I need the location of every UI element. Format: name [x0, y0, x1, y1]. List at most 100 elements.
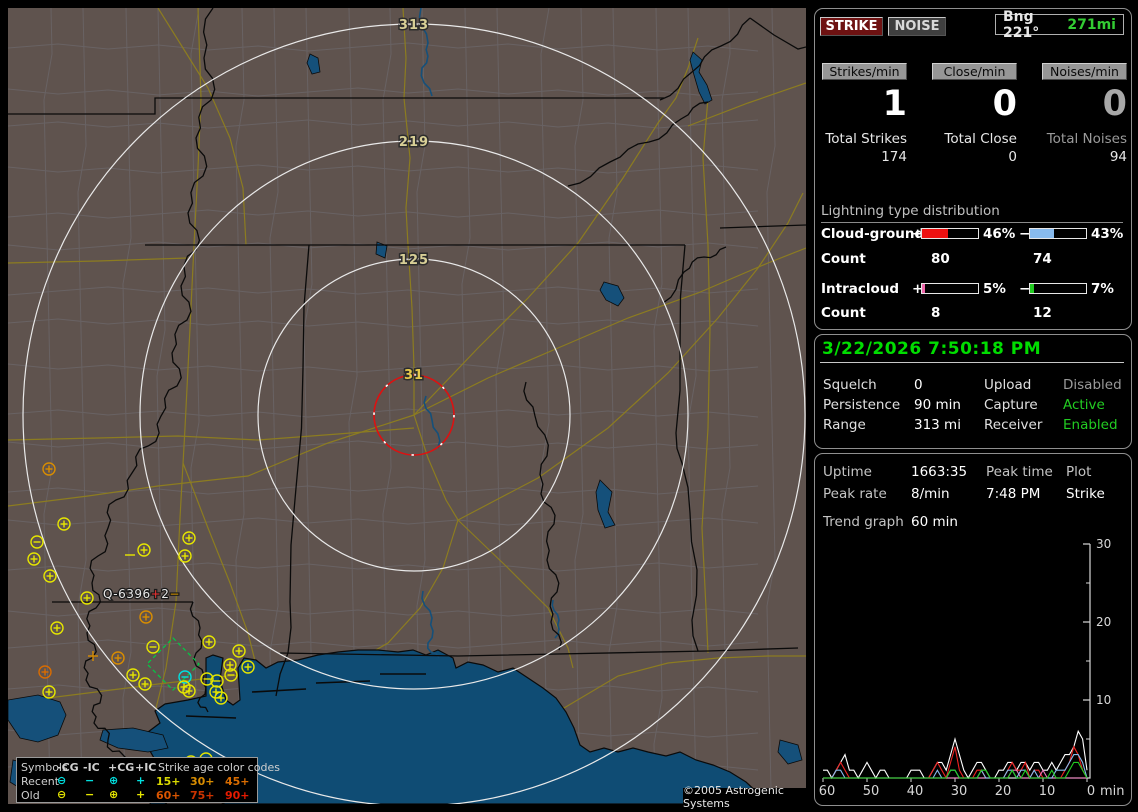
svg-text:50: 50: [863, 784, 880, 799]
svg-text:219: 219: [399, 135, 429, 150]
cg-count-label: Count: [821, 251, 866, 267]
svg-text:20: 20: [1096, 615, 1111, 629]
svg-text:Q-6396+2−: Q-6396+2−: [103, 587, 180, 601]
ic-minus-bar: [1029, 283, 1087, 294]
strikes-per-min-button[interactable]: Strikes/min: [822, 63, 907, 80]
legend-col-ic-neg: -IC: [83, 761, 100, 774]
svg-text:30: 30: [1096, 537, 1111, 551]
legend-item: 75+: [190, 789, 215, 802]
legend-item: ⊖: [57, 774, 67, 787]
persistence-label: Persistence: [823, 397, 901, 413]
cg-plus-count: 80: [931, 251, 950, 267]
svg-text:40: 40: [907, 784, 924, 799]
ic-plus-bar: [921, 283, 979, 294]
datetime-display: 3/22/2026 7:50:18 PM: [822, 339, 1042, 359]
peak-rate-value: 8/min: [911, 486, 950, 502]
ic-count-label: Count: [821, 305, 866, 321]
svg-text:10: 10: [1039, 784, 1056, 799]
distribution-header: Lightning type distribution: [821, 203, 1123, 223]
legend-item: 90+: [225, 789, 250, 802]
svg-text:125: 125: [399, 253, 429, 268]
close-per-min-button[interactable]: Close/min: [932, 63, 1017, 80]
total-strikes-label: Total Strikes: [825, 131, 907, 147]
legend-col-ic-pos: +IC: [135, 761, 157, 774]
noise-toggle-button[interactable]: NOISE: [888, 17, 946, 36]
upload-label: Upload: [984, 377, 1032, 393]
strike-toggle-button[interactable]: STRIKE: [820, 17, 883, 36]
trend-panel: Uptime 1663:35 Peak time Plot Peak rate …: [814, 453, 1132, 806]
legend-item: −: [85, 788, 95, 801]
total-close-label: Total Close: [944, 131, 1017, 147]
divider: [820, 362, 1124, 363]
cg-plus-percent: 46%: [983, 226, 1016, 242]
svg-text:313: 313: [399, 18, 429, 33]
bearing-display: Bng 221° 271mi: [995, 9, 1124, 41]
capture-label: Capture: [984, 397, 1038, 413]
cg-plus-bar: [921, 228, 979, 239]
range-value: 313 mi: [914, 417, 961, 433]
cg-minus-count: 74: [1033, 251, 1052, 267]
noises-per-min-value: 0: [1102, 84, 1127, 124]
total-noises-value: 94: [1109, 149, 1127, 165]
trend-graph-window: 60 min: [911, 514, 958, 530]
bearing-distance: 271mi: [1067, 16, 1116, 33]
peak-time-label: Peak time: [986, 464, 1053, 480]
plot-mode-value: Strike: [1066, 486, 1105, 502]
legend-age-header: Strike age color codes: [158, 761, 280, 774]
legend-item: ⊕: [109, 788, 119, 801]
legend-item: 30+: [190, 775, 215, 788]
legend-item: 45+: [225, 775, 250, 788]
intracloud-label: Intracloud: [821, 281, 900, 297]
squelch-label: Squelch: [823, 377, 877, 393]
svg-text:0: 0: [1087, 784, 1095, 799]
capture-status: Active: [1063, 397, 1105, 413]
symbol-legend: Symbols -CG -IC +CG +IC Strike age color…: [16, 757, 280, 803]
legend-row-old-label: Old: [21, 789, 40, 802]
svg-text:min: min: [1100, 784, 1125, 799]
strike-counter-panel: STRIKE NOISE Bng 221° 271mi Strikes/min …: [814, 8, 1132, 330]
ic-minus-count: 12: [1033, 305, 1052, 321]
ic-minus-percent: 7%: [1091, 281, 1114, 297]
total-strikes-value: 174: [881, 149, 907, 165]
legend-row-recent-label: Recent: [21, 775, 60, 788]
close-per-min-value: 0: [992, 84, 1017, 124]
bearing-label: Bng 221°: [1003, 8, 1040, 41]
ic-plus-percent: 5%: [983, 281, 1006, 297]
uptime-label: Uptime: [823, 464, 872, 480]
svg-text:60: 60: [819, 784, 835, 799]
legend-item: +: [136, 774, 146, 787]
legend-col-cg-neg: -CG: [57, 761, 79, 774]
legend-col-cg-pos: +CG: [108, 761, 135, 774]
status-panel: 3/22/2026 7:50:18 PM Squelch 0 Upload Di…: [814, 334, 1132, 449]
receiver-status: Enabled: [1063, 417, 1118, 433]
trend-graph-label: Trend graph: [823, 514, 904, 530]
cloud-ground-label: Cloud-ground: [821, 226, 925, 242]
total-noises-label: Total Noises: [1046, 131, 1127, 147]
legend-item: 15+: [156, 775, 181, 788]
plot-label: Plot: [1066, 464, 1092, 480]
squelch-value: 0: [914, 377, 923, 393]
svg-text:30: 30: [951, 784, 968, 799]
receiver-label: Receiver: [984, 417, 1043, 433]
range-label: Range: [823, 417, 866, 433]
svg-text:10: 10: [1096, 693, 1111, 707]
legend-item: ⊕: [109, 774, 119, 787]
upload-status: Disabled: [1063, 377, 1122, 393]
trend-graph: 10 20 30 60 50 40 30 20 10 0 min: [819, 537, 1125, 799]
legend-item: 60+: [156, 789, 181, 802]
total-close-value: 0: [1008, 149, 1017, 165]
noises-per-min-button[interactable]: Noises/min: [1042, 63, 1127, 80]
legend-item: −: [85, 774, 95, 787]
ic-plus-count: 8: [931, 305, 941, 321]
map-canvas[interactable]: 313 219 125 31 Q-6396+2− Symbols -CG -IC +…: [8, 8, 806, 810]
cg-minus-percent: 43%: [1091, 226, 1124, 242]
lightning-map[interactable]: 313 219 125 31 Q-6396+2−: [8, 8, 806, 804]
legend-item: ⊖: [57, 788, 67, 801]
legend-item: +: [136, 788, 146, 801]
peak-time-value: 7:48 PM: [986, 486, 1041, 502]
svg-text:20: 20: [995, 784, 1012, 799]
peak-rate-label: Peak rate: [823, 486, 887, 502]
svg-text:31: 31: [404, 368, 424, 383]
uptime-value: 1663:35: [911, 464, 968, 480]
cg-minus-bar: [1029, 228, 1087, 239]
